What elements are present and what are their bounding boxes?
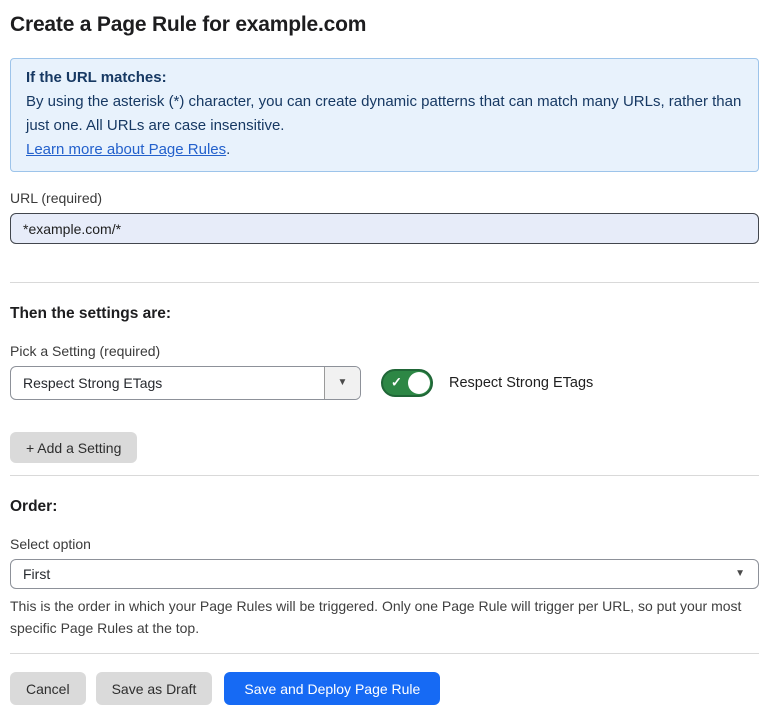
order-help-text: This is the order in which your Page Rul…	[10, 595, 755, 639]
divider	[10, 653, 759, 654]
settings-section-heading: Then the settings are:	[10, 302, 759, 325]
check-icon: ✓	[391, 375, 402, 391]
caret-down-icon: ▼	[735, 569, 745, 579]
order-select[interactable]: First ▼	[10, 559, 759, 589]
toggle-knob	[408, 372, 430, 394]
select-option-label: Select option	[10, 534, 759, 554]
order-select-caret: ▼	[735, 560, 758, 588]
setting-toggle[interactable]: ✓	[381, 369, 433, 397]
order-select-value: First	[11, 560, 735, 588]
url-match-info-box: If the URL matches: By using the asteris…	[10, 58, 759, 172]
setting-toggle-label: Respect Strong ETags	[449, 375, 593, 391]
setting-toggle-group: ✓ Respect Strong ETags	[381, 369, 593, 397]
info-box-link-line: Learn more about Page Rules.	[26, 138, 743, 162]
divider	[10, 282, 759, 283]
page-title: Create a Page Rule for example.com	[10, 12, 759, 38]
learn-more-link[interactable]: Learn more about Page Rules	[26, 141, 226, 158]
save-deploy-button[interactable]: Save and Deploy Page Rule	[224, 672, 440, 705]
info-box-heading: If the URL matches:	[26, 66, 743, 90]
divider	[10, 475, 759, 476]
caret-down-icon: ▼	[338, 378, 348, 388]
setting-select-arrow-button[interactable]: ▼	[324, 367, 360, 399]
url-input[interactable]	[10, 213, 759, 244]
setting-row: Respect Strong ETags ▼ ✓ Respect Strong …	[10, 366, 759, 400]
info-box-body: By using the asterisk (*) character, you…	[26, 90, 743, 138]
footer-actions: Cancel Save as Draft Save and Deploy Pag…	[10, 672, 759, 705]
setting-select[interactable]: Respect Strong ETags ▼	[10, 366, 361, 400]
url-label: URL (required)	[10, 188, 759, 208]
setting-select-value: Respect Strong ETags	[11, 367, 324, 399]
add-setting-button[interactable]: + Add a Setting	[10, 432, 137, 463]
order-section-heading: Order:	[10, 495, 759, 518]
save-draft-button[interactable]: Save as Draft	[96, 672, 213, 705]
link-suffix-text: .	[226, 141, 230, 158]
create-page-rule-form: Create a Page Rule for example.com If th…	[0, 0, 769, 705]
cancel-button[interactable]: Cancel	[10, 672, 86, 705]
pick-setting-label: Pick a Setting (required)	[10, 341, 759, 361]
